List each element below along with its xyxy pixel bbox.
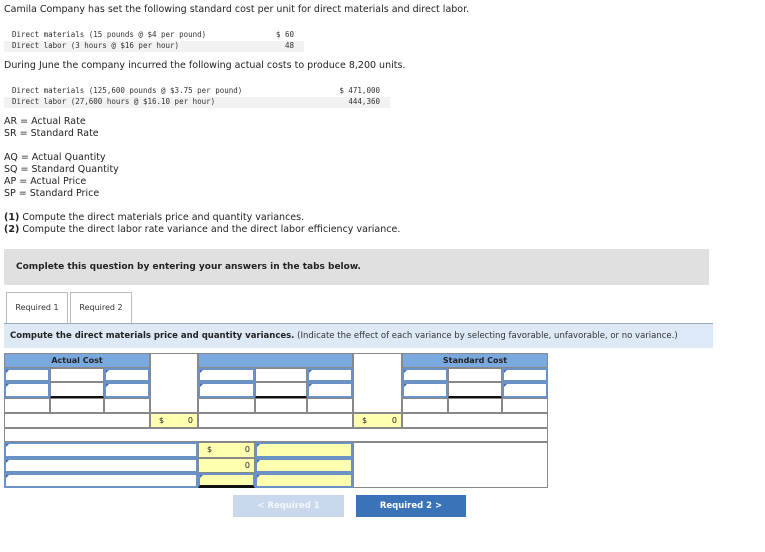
tab-required-2[interactable]: Required 2	[70, 292, 132, 324]
standard-cost-table: Direct materials (15 pounds @ $4 per pou…	[4, 30, 304, 52]
middle-total: $0	[353, 413, 402, 428]
task-num: (1)	[4, 212, 20, 223]
amount-input[interactable]	[104, 382, 150, 398]
middle-header	[198, 353, 353, 368]
task-text: Compute the direct labor rate variance a…	[19, 224, 401, 235]
computation-cell	[50, 398, 104, 413]
blank-cell	[198, 413, 353, 428]
instruction-note: (Indicate the effect of each variance by…	[294, 331, 678, 341]
computation-cell	[50, 368, 104, 382]
computation-cell	[502, 398, 548, 413]
instruction-main: Compute the direct materials price and q…	[10, 331, 295, 341]
total-value: 0	[187, 416, 193, 425]
legend-line: AP = Actual Price	[4, 176, 87, 187]
computation-cell	[50, 382, 104, 398]
variance-label-input[interactable]	[4, 473, 198, 488]
price-variance-value: $0	[198, 442, 255, 458]
act-value: 444,360	[348, 97, 380, 106]
variance-effect-select[interactable]	[255, 458, 353, 473]
computation-cell	[4, 398, 50, 413]
amount-input[interactable]	[104, 368, 150, 382]
computation-cell	[307, 398, 353, 413]
std-value: $ 60	[275, 30, 294, 39]
variance-value: 0	[244, 461, 250, 470]
variance-effect-select[interactable]	[255, 473, 353, 488]
amount-input[interactable]	[198, 382, 255, 398]
next-required-2-button[interactable]: Required 2 >	[356, 495, 466, 517]
total-value: 0	[391, 416, 397, 425]
variance-value: 0	[244, 445, 250, 454]
legend-line: SP = Standard Price	[4, 188, 100, 199]
amount-input[interactable]	[502, 368, 548, 382]
std-label: Direct labor (3 hours @ $16 per hour)	[12, 41, 180, 50]
blank-cell	[353, 442, 548, 488]
currency: $	[362, 416, 368, 425]
amount-input[interactable]	[402, 368, 448, 382]
variance-effect-select[interactable]	[255, 442, 353, 458]
amount-input[interactable]	[307, 382, 353, 398]
computation-cell	[255, 368, 307, 382]
act-label: Direct labor (27,600 hours @ $16.10 per …	[12, 97, 216, 106]
intro-text: Camila Company has set the following sta…	[4, 4, 470, 15]
gap-cell	[150, 353, 198, 413]
currency: $	[159, 416, 165, 425]
quantity-legend: AQ = Actual Quantity SQ = Standard Quanti…	[4, 152, 119, 200]
std-value: 48	[284, 41, 294, 50]
question-instruction: Compute the direct materials price and q…	[4, 323, 713, 348]
tasks: (1) Compute the direct materials price a…	[4, 212, 400, 236]
legend-line: AQ = Actual Quantity	[4, 152, 106, 163]
actual-cost-header: Actual Cost	[4, 353, 150, 368]
std-label: Direct materials (15 pounds @ $4 per pou…	[12, 30, 207, 39]
amount-input[interactable]	[198, 368, 255, 382]
legend-line: AR = Actual Rate	[4, 116, 86, 127]
blank-row	[4, 428, 548, 442]
task-text: Compute the direct materials price and q…	[19, 212, 305, 223]
variance-label-input[interactable]	[4, 458, 198, 473]
computation-cell	[255, 382, 307, 398]
variance-label-input[interactable]	[4, 442, 198, 458]
actual-intro-text: During June the company incurred the fol…	[4, 60, 406, 71]
instructions-banner: Complete this question by entering your …	[4, 249, 709, 285]
computation-cell	[448, 368, 502, 382]
rate-legend: AR = Actual Rate SR = Standard Rate	[4, 116, 99, 140]
amount-input[interactable]	[307, 368, 353, 382]
legend-line: SR = Standard Rate	[4, 128, 99, 139]
legend-line: SQ = Standard Quantity	[4, 164, 119, 175]
currency: $	[207, 445, 213, 454]
actual-total: $0	[150, 413, 198, 428]
blank-cell	[402, 413, 548, 428]
act-label: Direct materials (125,600 pounds @ $3.75…	[12, 86, 243, 95]
computation-cell	[198, 398, 255, 413]
actual-cost-table: Direct materials (125,600 pounds @ $3.75…	[4, 86, 390, 108]
quantity-variance-value: 0	[198, 458, 255, 473]
tab-required-1[interactable]: Required 1	[6, 292, 68, 324]
act-value: $ 471,000	[339, 86, 380, 95]
amount-input[interactable]	[4, 382, 50, 398]
computation-cell	[255, 398, 307, 413]
prev-required-1-button[interactable]: < Required 1	[233, 495, 344, 517]
amount-input[interactable]	[402, 382, 448, 398]
blank-cell	[4, 413, 150, 428]
computation-cell	[402, 398, 448, 413]
gap-cell	[353, 353, 402, 413]
computation-cell	[448, 398, 502, 413]
total-variance-input[interactable]	[198, 473, 255, 488]
task-num: (2)	[4, 224, 20, 235]
amount-input[interactable]	[4, 368, 50, 382]
computation-cell	[104, 398, 150, 413]
standard-cost-header: Standard Cost	[402, 353, 548, 368]
computation-cell	[448, 382, 502, 398]
amount-input[interactable]	[502, 382, 548, 398]
